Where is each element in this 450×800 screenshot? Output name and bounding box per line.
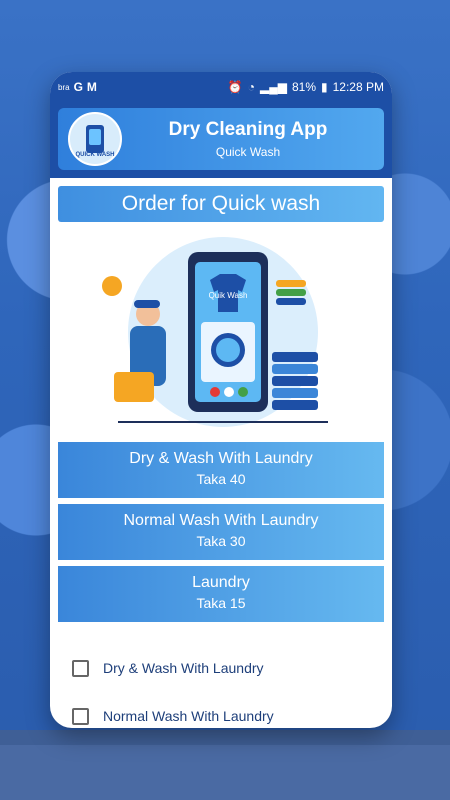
alarm-icon: ⏰ <box>227 80 243 94</box>
checkbox-label: Dry & Wash With Laundry <box>103 660 264 676</box>
service-item[interactable]: Dry & Wash With Laundry Taka 40 <box>58 442 384 498</box>
battery-icon: ▮ <box>321 80 328 94</box>
logo-text: QUICK WASH <box>75 152 115 158</box>
service-checkbox-list: Dry & Wash With Laundry Normal Wash With… <box>58 622 384 728</box>
checkbox-dry-wash[interactable] <box>72 659 89 677</box>
phone-logo-icon <box>86 125 104 153</box>
service-price: Taka 15 <box>196 595 246 611</box>
google-icon: G <box>73 80 83 94</box>
service-price: Taka 40 <box>196 471 246 487</box>
app-bar-wrapper: QUICK WASH Dry Cleaning App Quick Wash <box>50 102 392 178</box>
checkbox-row[interactable]: Normal Wash With Laundry <box>72 692 370 728</box>
service-price: Taka 30 <box>196 533 246 549</box>
status-right-icons: ⏰ ◔ ▂▄▆ 81% ▮ 12:28 PM <box>228 80 384 94</box>
app-subtitle: Quick Wash <box>215 145 281 159</box>
gmail-icon: M <box>86 80 97 94</box>
app-title: Dry Cleaning App <box>168 119 328 140</box>
phone-screen: bra G M ⏰ ◔ ▂▄▆ 81% ▮ 12:28 PM QUICK WAS… <box>50 72 392 728</box>
wifi-icon: ◔ <box>247 80 256 94</box>
app-titles: Dry Cleaning App Quick Wash <box>122 119 374 159</box>
background-bottom-inner <box>0 745 450 800</box>
checkbox-row[interactable]: Dry & Wash With Laundry <box>72 644 370 692</box>
app-bar: QUICK WASH Dry Cleaning App Quick Wash <box>58 108 384 170</box>
status-left-icons: bra G M <box>58 80 97 94</box>
battery-level: 81% <box>291 80 317 94</box>
clock: 12:28 PM <box>332 80 384 94</box>
order-banner: Order for Quick wash <box>58 186 384 222</box>
service-name: Laundry <box>192 574 250 591</box>
laundry-illustration: Quik Wash <box>58 222 384 442</box>
service-item[interactable]: Laundry Taka 15 <box>58 566 384 622</box>
status-bar: bra G M ⏰ ◔ ▂▄▆ 81% ▮ 12:28 PM <box>50 72 392 102</box>
main-content[interactable]: Order for Quick wash Quik Wash Dry & Was… <box>50 178 392 728</box>
app-logo: QUICK WASH <box>68 112 122 166</box>
service-name: Normal Wash With Laundry <box>123 512 319 529</box>
service-item[interactable]: Normal Wash With Laundry Taka 30 <box>58 504 384 560</box>
checkbox-normal-wash[interactable] <box>72 707 89 725</box>
service-list: Dry & Wash With Laundry Taka 40 Normal W… <box>58 442 384 622</box>
illustration-label: Quik Wash <box>209 291 248 300</box>
checkbox-label: Normal Wash With Laundry <box>103 708 274 724</box>
notification-icon: bra <box>58 82 70 92</box>
service-name: Dry & Wash With Laundry <box>129 450 313 467</box>
signal-icon: ▂▄▆ <box>260 80 287 94</box>
